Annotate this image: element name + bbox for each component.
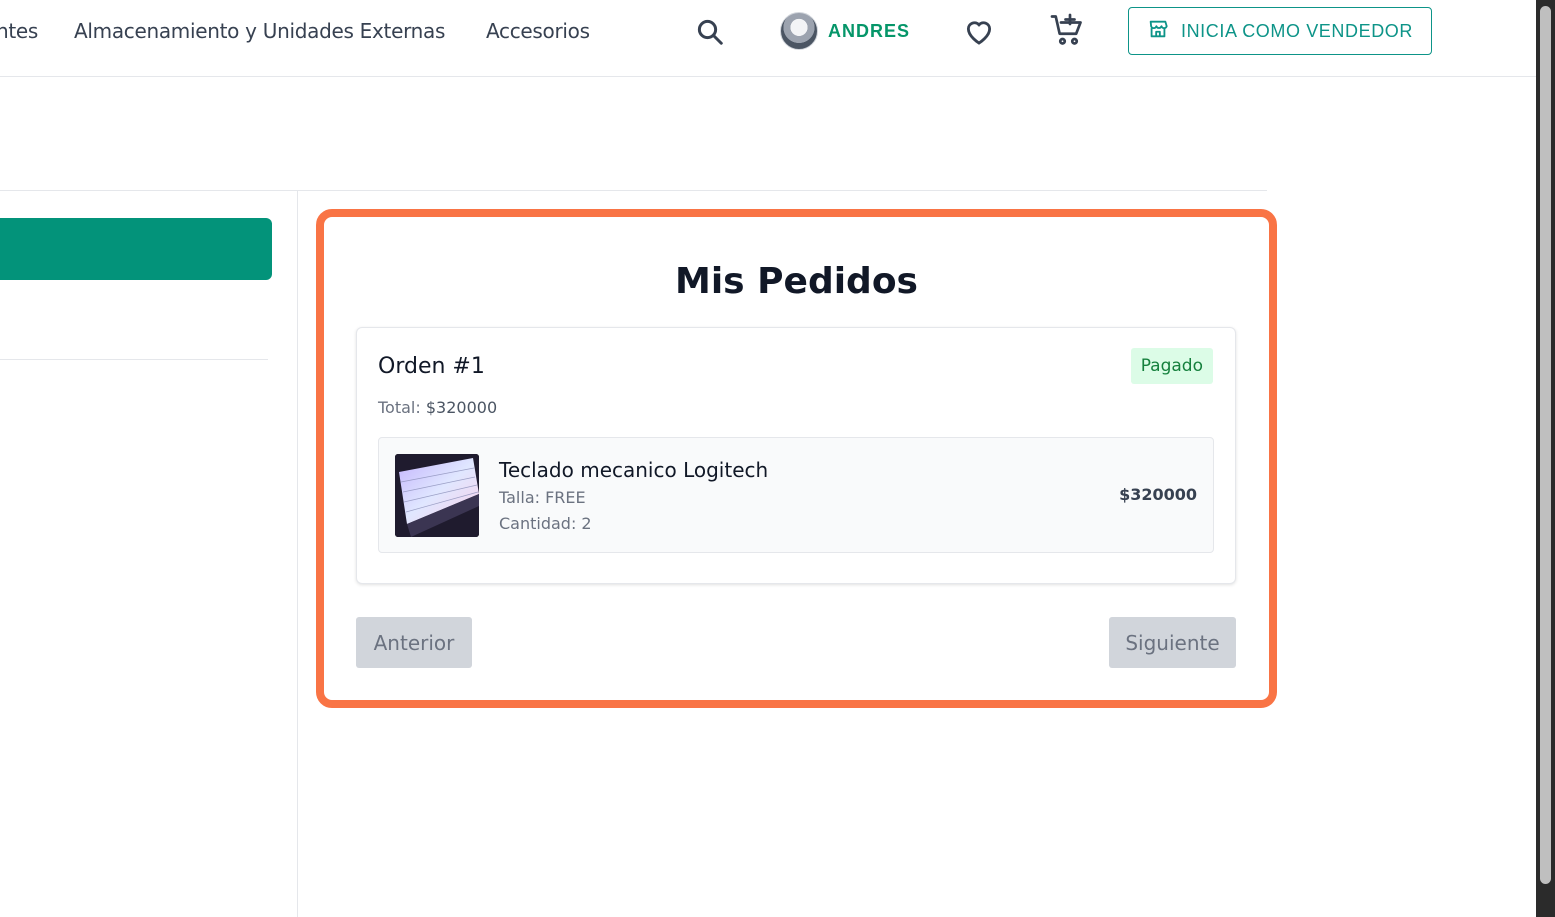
product-price: $320000 (1119, 485, 1197, 504)
user-menu[interactable]: ANDRES (780, 12, 910, 50)
sidebar-active-item[interactable] (0, 218, 272, 280)
heart-icon[interactable] (960, 12, 998, 50)
nav-link-storage[interactable]: Almacenamiento y Unidades Externas (74, 19, 445, 43)
product-quantity: Cantidad: 2 (499, 514, 592, 533)
page-title: Mis Pedidos (675, 261, 918, 302)
sidebar-divider (297, 191, 298, 917)
status-badge: Pagado (1130, 348, 1213, 384)
order-title: Orden #1 (378, 354, 485, 379)
user-name: ANDRES (828, 20, 911, 41)
sidebar-separator (0, 359, 268, 360)
content-divider (0, 190, 1267, 191)
order-total: Total: $320000 (378, 398, 497, 417)
product-image (395, 454, 479, 537)
orders-panel: Mis Pedidos Orden #1 Pagado Total: $3200… (316, 209, 1277, 708)
nav-link-components[interactable]: ntes (0, 19, 38, 43)
store-icon (1147, 18, 1169, 45)
order-product-row: Teclado mecanico Logitech Talla: FREE Ca… (378, 437, 1214, 553)
product-name: Teclado mecanico Logitech (499, 458, 769, 482)
product-size: Talla: FREE (499, 488, 586, 507)
seller-login-button[interactable]: INICIA COMO VENDEDOR (1128, 7, 1432, 55)
avatar (780, 12, 818, 50)
cart-add-icon[interactable] (1047, 10, 1087, 50)
seller-login-label: INICIA COMO VENDEDOR (1180, 20, 1414, 41)
top-navbar: ntes Almacenamiento y Unidades Externas … (0, 0, 1536, 77)
order-card: Orden #1 Pagado Total: $320000 Teclado m… (356, 327, 1236, 584)
previous-page-button[interactable]: Anterior (356, 617, 472, 668)
scrollbar-thumb[interactable] (1540, 6, 1551, 884)
order-total-value: $320000 (425, 398, 498, 417)
order-total-label: Total: (378, 398, 421, 417)
next-page-button[interactable]: Siguiente (1109, 617, 1236, 668)
nav-link-accessories[interactable]: Accesorios (486, 19, 590, 43)
search-icon[interactable] (692, 14, 728, 50)
